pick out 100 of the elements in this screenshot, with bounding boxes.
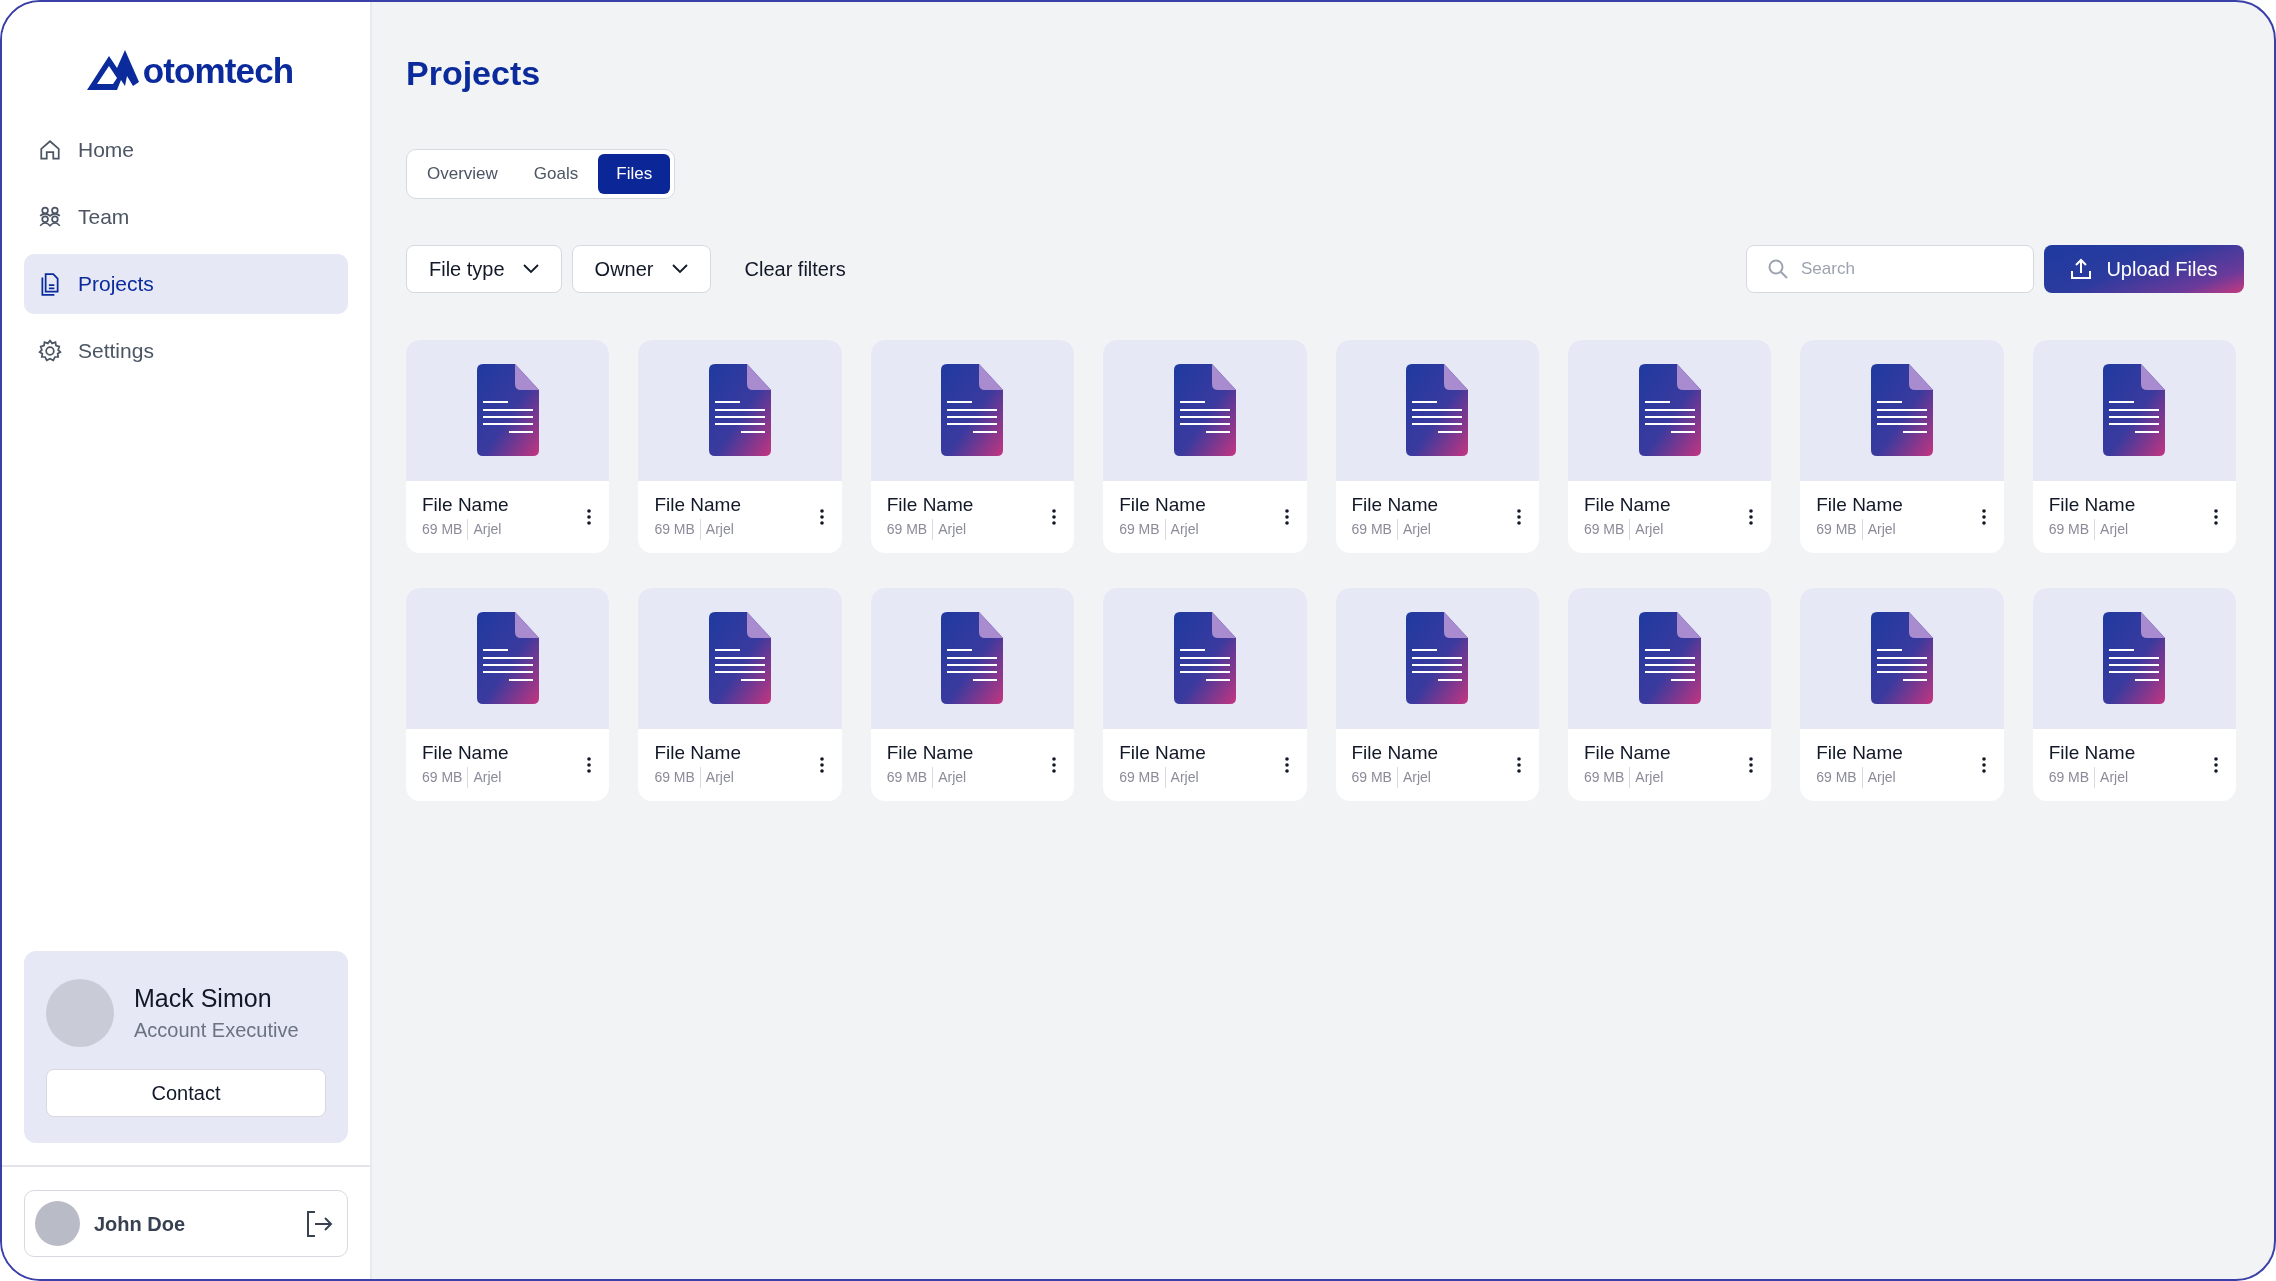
file-card[interactable]: File Name 69 MB Arjel — [1103, 339, 1307, 553]
file-size: 69 MB — [886, 520, 928, 540]
search-icon — [1768, 258, 1788, 279]
more-options-icon[interactable] — [587, 756, 592, 773]
contact-role: Account Executive — [134, 1018, 299, 1044]
document-icon — [709, 364, 772, 456]
file-card[interactable]: File Name 69 MB Arjel — [2032, 587, 2236, 801]
file-size: 69 MB — [1583, 768, 1625, 788]
file-owner: Arjel — [1164, 519, 1199, 541]
upload-icon — [2070, 257, 2093, 280]
more-options-icon[interactable] — [1981, 756, 1986, 773]
file-owner: Arjel — [467, 519, 502, 541]
document-icon — [2103, 364, 2166, 456]
contact-button[interactable]: Contact — [46, 1069, 326, 1117]
sidebar-item[interactable]: Home — [24, 120, 348, 180]
search-field[interactable]: Search — [1746, 244, 2034, 293]
more-options-icon[interactable] — [2214, 508, 2218, 525]
file-card[interactable]: File Name 69 MB Arjel — [1800, 339, 2004, 553]
file-owner: Arjel — [1396, 519, 1431, 541]
file-size: 69 MB — [654, 520, 695, 540]
more-options-icon[interactable] — [1284, 508, 1289, 525]
file-name: File Name — [1351, 740, 1440, 765]
clear-filters-button[interactable]: Clear filters — [734, 245, 856, 292]
document-icon — [1638, 364, 1701, 456]
tab[interactable]: Files — [598, 153, 671, 194]
document-icon — [941, 612, 1004, 704]
file-card[interactable]: File Name 69 MB Arjel — [870, 339, 1075, 553]
more-options-icon[interactable] — [2214, 756, 2218, 773]
file-card[interactable]: File Name 69 MB Arjel — [1335, 339, 1539, 553]
file-card[interactable]: File Name 69 MB Arjel — [406, 339, 610, 553]
more-options-icon[interactable] — [1516, 756, 1521, 773]
more-options-icon[interactable] — [1052, 508, 1057, 525]
file-owner: Arjel — [699, 519, 734, 541]
more-options-icon[interactable] — [1284, 756, 1289, 773]
file-card[interactable]: File Name 69 MB Arjel — [1103, 587, 1307, 801]
upload-files-button[interactable]: Upload Files — [2044, 244, 2244, 293]
document-icon — [2103, 612, 2166, 704]
page-title: Projects — [406, 53, 542, 94]
file-card[interactable]: File Name 69 MB Arjel — [1335, 587, 1539, 801]
file-owner: Arjel — [1861, 767, 1896, 789]
file-owner: Arjel — [1629, 767, 1664, 789]
file-name: File Name — [2048, 740, 2137, 765]
document-icon — [1173, 612, 1236, 704]
user-name: John Doe — [94, 1211, 186, 1237]
projects-icon — [38, 272, 62, 296]
document-icon — [941, 364, 1004, 456]
file-owner: Arjel — [1629, 519, 1664, 541]
file-name: File Name — [1583, 492, 1672, 517]
home-icon — [38, 138, 62, 162]
file-name: File Name — [654, 492, 742, 517]
file-card[interactable]: File Name 69 MB Arjel — [870, 587, 1075, 801]
file-card[interactable]: File Name 69 MB Arjel — [638, 587, 842, 801]
file-name: File Name — [886, 740, 975, 765]
more-options-icon[interactable] — [1516, 508, 1521, 525]
file-size: 69 MB — [654, 768, 695, 788]
more-options-icon[interactable] — [1981, 508, 1986, 525]
file-card[interactable]: File Name 69 MB Arjel — [1567, 339, 1772, 553]
file-name: File Name — [1119, 740, 1207, 765]
document-icon — [1638, 612, 1701, 704]
sidebar-item[interactable]: Projects — [24, 254, 348, 314]
more-options-icon[interactable] — [819, 756, 824, 773]
chevron-down-icon — [671, 263, 688, 274]
more-options-icon[interactable] — [1749, 756, 1754, 773]
file-card[interactable]: File Name 69 MB Arjel — [638, 339, 842, 553]
file-owner: Arjel — [1396, 767, 1431, 789]
file-name: File Name — [2048, 492, 2137, 517]
tab[interactable]: Overview — [411, 153, 514, 194]
file-size: 69 MB — [1816, 768, 1857, 788]
sidebar-item[interactable]: Team — [24, 187, 348, 247]
file-name: File Name — [422, 740, 510, 765]
file-size: 69 MB — [1583, 520, 1625, 540]
sidebar-item[interactable]: Settings — [24, 321, 348, 381]
file-card[interactable]: File Name 69 MB Arjel — [1567, 587, 1772, 801]
more-options-icon[interactable] — [819, 508, 824, 525]
file-name: File Name — [886, 492, 975, 517]
file-name: File Name — [1119, 492, 1207, 517]
logo-text: otomtech — [142, 53, 294, 88]
file-card[interactable]: File Name 69 MB Arjel — [406, 587, 610, 801]
file-card[interactable]: File Name 69 MB Arjel — [1800, 587, 2004, 801]
file-size: 69 MB — [1351, 768, 1392, 788]
file-size: 69 MB — [422, 520, 463, 540]
filter-dropdown[interactable]: Owner — [571, 244, 711, 293]
file-size: 69 MB — [1119, 520, 1160, 540]
more-options-icon[interactable] — [1052, 756, 1057, 773]
document-icon — [709, 612, 772, 704]
file-name: File Name — [1583, 740, 1672, 765]
document-icon — [1870, 364, 1933, 456]
team-icon — [38, 205, 62, 229]
document-icon — [1173, 364, 1236, 456]
file-owner: Arjel — [1861, 519, 1896, 541]
file-owner: Arjel — [2094, 767, 2129, 789]
file-owner: Arjel — [467, 767, 502, 789]
more-options-icon[interactable] — [1749, 508, 1754, 525]
avatar — [35, 1201, 80, 1246]
more-options-icon[interactable] — [587, 508, 592, 525]
file-card[interactable]: File Name 69 MB Arjel — [2032, 339, 2236, 553]
file-size: 69 MB — [2048, 768, 2090, 788]
filter-dropdown[interactable]: File type — [406, 244, 562, 293]
logout-icon[interactable] — [305, 1209, 333, 1238]
tab[interactable]: Goals — [517, 153, 595, 194]
